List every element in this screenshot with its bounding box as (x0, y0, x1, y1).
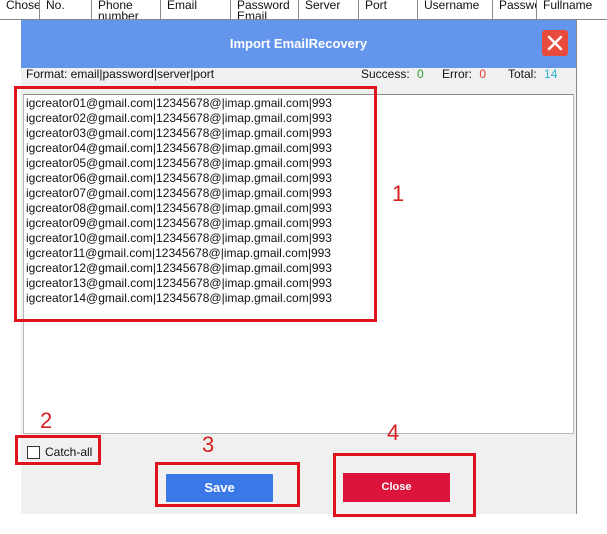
error-stat: Error: 0 (442, 64, 486, 84)
column-header-phone-number[interactable]: Phone number (92, 0, 161, 20)
close-x-icon[interactable] (542, 30, 568, 56)
annotation-number-1: 1 (392, 181, 405, 206)
annotation-number-4: 4 (387, 420, 400, 445)
column-header-chose[interactable]: Chose (0, 0, 40, 20)
column-header-password[interactable]: Passwo (493, 0, 537, 20)
column-header-fullname[interactable]: Fullname (537, 0, 607, 20)
success-value: 0 (417, 67, 424, 81)
error-value: 0 (479, 67, 487, 81)
column-header-username[interactable]: Username (418, 0, 493, 20)
column-header-no[interactable]: No. (40, 0, 92, 20)
annotation-box-2 (15, 435, 101, 465)
dialog-title: Import EmailRecovery (229, 36, 368, 51)
column-header-server[interactable]: Server (299, 0, 359, 20)
annotation-box-1 (14, 86, 377, 322)
total-label: Total: (508, 67, 537, 81)
success-stat: Success: 0 (361, 64, 424, 84)
total-stat: Total: 14 (508, 64, 557, 84)
annotation-number-3: 3 (202, 432, 215, 457)
total-value: 14 (544, 67, 558, 81)
column-header-password-email[interactable]: Password Email (231, 0, 299, 20)
column-header-port[interactable]: Port (359, 0, 418, 20)
annotation-box-4 (333, 453, 476, 517)
annotation-number-2: 2 (40, 408, 53, 433)
dialog-titlebar[interactable]: Import EmailRecovery (21, 20, 576, 68)
background-table-header: Chose No. Phone number Email Password Em… (0, 0, 607, 20)
info-row: Format: email|password|server|port Succe… (21, 64, 576, 84)
column-header-email[interactable]: Email (161, 0, 231, 20)
error-label: Error: (442, 67, 472, 81)
format-label: Format: email|password|server|port (26, 67, 215, 81)
annotation-box-3 (155, 462, 300, 507)
table-gridline (576, 20, 577, 514)
success-label: Success: (361, 67, 410, 81)
